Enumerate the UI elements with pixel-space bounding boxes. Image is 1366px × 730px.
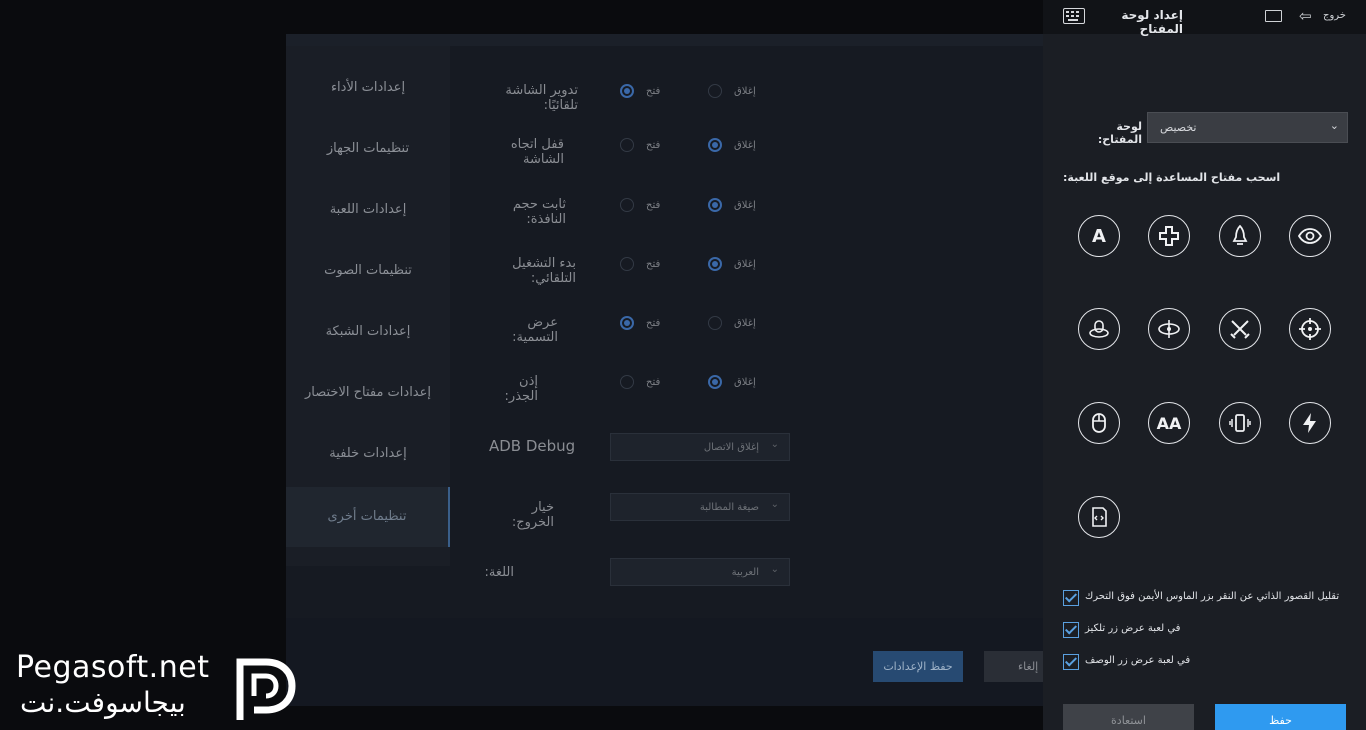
language-label: اللغة: (484, 565, 515, 580)
exit-option-value: صيغة المطالبة (699, 502, 759, 513)
radio-fixed-window-off[interactable] (708, 198, 722, 212)
exit-icon[interactable]: ⇦ (1299, 8, 1312, 24)
settings-content: تدوير الشاشة تلقائيًا: فتح إغلاق قفل اتج… (450, 46, 1043, 606)
cancel-button-label: إلغاء (1018, 660, 1039, 673)
keyboard-panel-header: إعداد لوحة المفتاح ⇦ خروج (1043, 0, 1366, 36)
eye-icon[interactable] (1289, 215, 1331, 257)
crosshair-icon[interactable] (1289, 308, 1331, 350)
mouse-circle-icon[interactable] (1078, 308, 1120, 350)
radio-label-off: إغلاق (734, 377, 756, 388)
nav-item-shortcuts[interactable]: إعدادات مفتاح الاختصار (286, 363, 450, 423)
radio-root-off[interactable] (708, 375, 722, 389)
radio-auto-rotate-off[interactable] (708, 84, 722, 98)
adb-debug-select[interactable]: إغلاق الاتصال ⌄ (610, 433, 790, 461)
radio-show-label-on[interactable] (620, 316, 634, 330)
chevron-down-icon: ⌄ (1329, 119, 1339, 132)
option-label-autostart: بدء التشغيل التلقائي: (512, 256, 576, 286)
option-label-lock-orientation: قفل اتجاه الشاشة (510, 137, 564, 167)
settings-dialog: إعدادات الأداء تنظيمات الجهاز إعدادات ال… (286, 34, 1044, 706)
radio-label-off: إغلاق (734, 86, 756, 97)
radio-label-off: إغلاق (734, 140, 756, 151)
keyboard-icon (1063, 8, 1085, 24)
nav-item-device[interactable]: تنظيمات الجهاز (286, 119, 450, 179)
radio-auto-rotate-on[interactable] (620, 84, 634, 98)
watermark-latin: Pegasoft.net (16, 650, 210, 685)
adb-debug-value: إغلاق الاتصال (703, 442, 759, 453)
checkbox-label-show-description: في لعبة عرض زر الوصف (1085, 655, 1191, 666)
radio-root-on[interactable] (620, 375, 634, 389)
radio-label-off: إغلاق (734, 259, 756, 270)
nav-item-sound[interactable]: تنظيمات الصوت (286, 241, 450, 301)
app-root: إعدادات الأداء تنظيمات الجهاز إعدادات ال… (0, 0, 1366, 730)
drag-hint-label: اسحب مفتاح المساعدة إلى موقع اللعبة: (1063, 171, 1281, 184)
radio-label-on: فتح (646, 140, 661, 151)
nav-item-game[interactable]: إعدادات اللعبة (286, 180, 450, 240)
option-label-auto-rotate: تدوير الشاشة تلقائيًا: (505, 83, 578, 113)
radio-autostart-on[interactable] (620, 257, 634, 271)
keyboard-mode-select[interactable]: تخصيص ⌄ (1147, 112, 1348, 143)
chevron-down-icon: ⌄ (770, 499, 779, 510)
shake-phone-icon[interactable] (1219, 402, 1261, 444)
radio-lock-orientation-off[interactable] (708, 138, 722, 152)
panel-title: إعداد لوحة المفتاح (1121, 8, 1183, 36)
nav-item-performance[interactable]: إعدادات الأداء (286, 58, 450, 118)
checkbox-show-description[interactable] (1063, 654, 1079, 670)
checkbox-show-focus[interactable] (1063, 622, 1079, 638)
checkbox-reduce-inertia[interactable] (1063, 590, 1079, 606)
exit-label[interactable]: خروج (1323, 10, 1346, 21)
settings-nav: إعدادات الأداء تنظيمات الجهاز إعدادات ال… (286, 46, 450, 566)
double-a-glyph: AA (1156, 413, 1182, 433)
exit-option-select[interactable]: صيغة المطالبة ⌄ (610, 493, 790, 521)
script-icon[interactable] (1078, 496, 1120, 538)
radio-label-on: فتح (646, 318, 661, 329)
radio-label-on: فتح (646, 86, 661, 97)
save-button[interactable]: حفظ (1215, 704, 1346, 730)
keyboard-panel: إعداد لوحة المفتاح ⇦ خروج لوحة المفتاح: … (1043, 0, 1366, 730)
radio-label-on: فتح (646, 377, 661, 388)
language-select[interactable]: العربية ⌄ (610, 558, 790, 586)
lightning-icon[interactable] (1289, 402, 1331, 444)
chevron-down-icon: ⌄ (770, 439, 779, 450)
folder-icon[interactable] (1265, 10, 1282, 22)
option-label-show-label: عرض التسمية: (512, 315, 558, 345)
dpad-icon[interactable] (1148, 215, 1190, 257)
language-value: العربية (731, 567, 759, 578)
mouse-icon[interactable] (1078, 402, 1120, 444)
exit-option-label: خيار الخروج: (511, 500, 554, 530)
rotate-icon[interactable] (1148, 308, 1190, 350)
double-a-icon[interactable]: AA (1148, 402, 1190, 444)
nav-item-background[interactable]: إعدادات خلفية (286, 424, 450, 484)
chevron-down-icon: ⌄ (770, 564, 779, 575)
radio-label-on: فتح (646, 200, 661, 211)
rocket-icon[interactable] (1219, 215, 1261, 257)
nav-item-network[interactable]: إعدادات الشبكة (286, 302, 450, 362)
emulator-screen-left (0, 34, 286, 730)
checkbox-label-show-focus: في لعبة عرض زر تلكيز (1085, 623, 1181, 634)
letter-a-icon[interactable]: A (1078, 215, 1120, 257)
option-label-root: إذن الجذر: (504, 374, 538, 404)
keyboard-mode-label: لوحة المفتاح: (1097, 120, 1142, 146)
radio-show-label-off[interactable] (708, 316, 722, 330)
keyboard-mode-value: تخصيص (1160, 121, 1197, 134)
top-bar (0, 0, 1043, 34)
radio-label-off: إغلاق (734, 318, 756, 329)
radio-fixed-window-on[interactable] (620, 198, 634, 212)
checkbox-label-reduce-inertia: تقليل القصور الذاتي عن النقر بزر الماوس … (1085, 591, 1340, 602)
radio-autostart-off[interactable] (708, 257, 722, 271)
save-settings-button[interactable]: حفظ الإعدادات (873, 651, 963, 682)
radio-lock-orientation-on[interactable] (620, 138, 634, 152)
crossed-swords-icon[interactable] (1219, 308, 1261, 350)
watermark-arabic: بيجاسوفت.نت (20, 686, 186, 719)
adb-debug-label: ADB Debug (489, 437, 576, 455)
bottom-strip (286, 706, 1043, 730)
radio-label-on: فتح (646, 259, 661, 270)
restore-button[interactable]: استعادة (1063, 704, 1194, 730)
cancel-button[interactable]: إلغاء (984, 651, 1044, 682)
nav-item-other[interactable]: تنظيمات أخرى (286, 487, 450, 547)
radio-label-off: إغلاق (734, 200, 756, 211)
letter-a-glyph: A (1092, 225, 1106, 247)
pegasoft-logo-icon (236, 658, 296, 720)
option-label-fixed-window: ثابت حجم النافذة: (512, 197, 566, 227)
settings-dialog-header (286, 34, 1043, 46)
